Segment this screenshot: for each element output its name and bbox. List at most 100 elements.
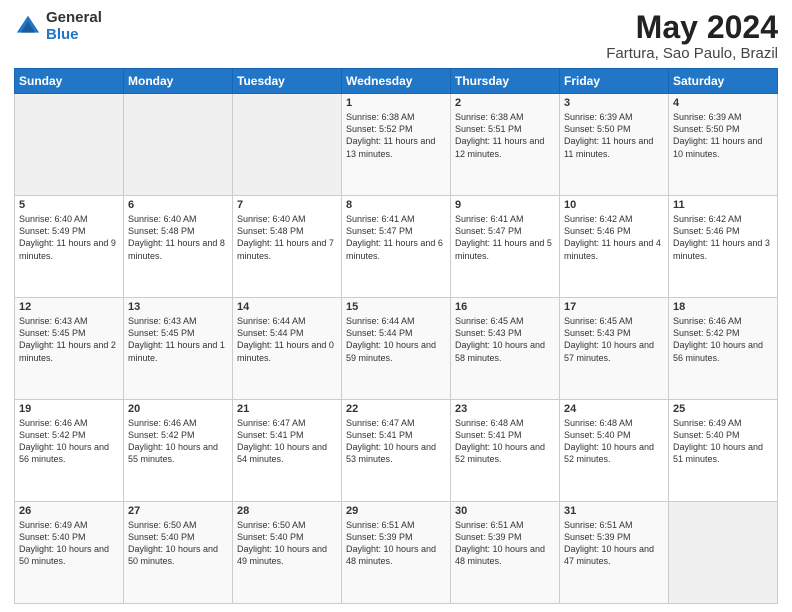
- calendar-cell: 8Sunrise: 6:41 AMSunset: 5:47 PMDaylight…: [342, 196, 451, 298]
- calendar-cell: 13Sunrise: 6:43 AMSunset: 5:45 PMDayligh…: [124, 298, 233, 400]
- calendar-cell: 31 Sunrise: 6:51 AMSunset: 5:39 PMDayligh…: [560, 502, 669, 604]
- calendar-cell: 28 Sunrise: 6:50 AMSunset: 5:40 PMDayligh…: [233, 502, 342, 604]
- header-row: SundayMondayTuesdayWednesdayThursdayFrid…: [15, 69, 778, 94]
- calendar-cell: 15 Sunrise: 6:44 AMSunset: 5:44 PMDayligh…: [342, 298, 451, 400]
- day-number: 11: [673, 199, 773, 211]
- logo-text: General Blue: [46, 10, 102, 43]
- calendar-header: SundayMondayTuesdayWednesdayThursdayFrid…: [15, 69, 778, 94]
- calendar-cell: 1 Sunrise: 6:38 AMSunset: 5:52 PMDaylight…: [342, 94, 451, 196]
- day-info: Sunrise: 6:51 AMSunset: 5:39 PMDaylight:…: [346, 519, 446, 568]
- calendar-cell: 3Sunrise: 6:39 AMSunset: 5:50 PMDaylight…: [560, 94, 669, 196]
- day-number: 12: [19, 301, 119, 313]
- calendar-cell: 27 Sunrise: 6:50 AMSunset: 5:40 PMDayligh…: [124, 502, 233, 604]
- calendar-cell: 20Sunrise: 6:46 AMSunset: 5:42 PMDayligh…: [124, 400, 233, 502]
- day-number: 22: [346, 403, 446, 415]
- day-number: 23: [455, 403, 555, 415]
- day-number: 1: [346, 97, 446, 109]
- day-info: Sunrise: 6:46 AMSunset: 5:42 PMDaylight:…: [673, 315, 773, 364]
- calendar-cell: 18 Sunrise: 6:46 AMSunset: 5:42 PMDayligh…: [669, 298, 778, 400]
- day-number: 17: [564, 301, 664, 313]
- calendar-cell: 29 Sunrise: 6:51 AMSunset: 5:39 PMDayligh…: [342, 502, 451, 604]
- day-info: Sunrise: 6:47 AMSunset: 5:41 PMDaylight:…: [237, 417, 337, 466]
- day-number: 7: [237, 199, 337, 211]
- day-info: Sunrise: 6:38 AMSunset: 5:52 PMDaylight:…: [346, 111, 446, 160]
- calendar-table: SundayMondayTuesdayWednesdayThursdayFrid…: [14, 68, 778, 604]
- calendar-cell: 4Sunrise: 6:39 AMSunset: 5:50 PMDaylight…: [669, 94, 778, 196]
- day-number: 26: [19, 505, 119, 517]
- calendar-cell: 26Sunrise: 6:49 AMSunset: 5:40 PMDayligh…: [15, 502, 124, 604]
- calendar-cell: 9Sunrise: 6:41 AMSunset: 5:47 PMDaylight…: [451, 196, 560, 298]
- day-number: 9: [455, 199, 555, 211]
- day-number: 28: [237, 505, 337, 517]
- day-number: 25: [673, 403, 773, 415]
- logo-icon: [14, 13, 42, 41]
- logo-blue: Blue: [46, 27, 102, 44]
- calendar-cell: 30Sunrise: 6:51 AMSunset: 5:39 PMDayligh…: [451, 502, 560, 604]
- day-number: 4: [673, 97, 773, 109]
- header: General Blue May 2024 Fartura, Sao Paulo…: [14, 10, 778, 62]
- calendar-cell: 2Sunrise: 6:38 AMSunset: 5:51 PMDaylight…: [451, 94, 560, 196]
- calendar-cell: [233, 94, 342, 196]
- day-info: Sunrise: 6:40 AMSunset: 5:49 PMDaylight:…: [19, 213, 119, 262]
- day-info: Sunrise: 6:42 AMSunset: 5:46 PMDaylight:…: [564, 213, 664, 262]
- day-info: Sunrise: 6:42 AMSunset: 5:46 PMDaylight:…: [673, 213, 773, 262]
- day-number: 24: [564, 403, 664, 415]
- week-row-5: 26Sunrise: 6:49 AMSunset: 5:40 PMDayligh…: [15, 502, 778, 604]
- day-number: 16: [455, 301, 555, 313]
- day-of-week-wednesday: Wednesday: [342, 69, 451, 94]
- day-info: Sunrise: 6:41 AMSunset: 5:47 PMDaylight:…: [346, 213, 446, 262]
- day-info: Sunrise: 6:40 AMSunset: 5:48 PMDaylight:…: [237, 213, 337, 262]
- week-row-2: 5 Sunrise: 6:40 AMSunset: 5:49 PMDaylight…: [15, 196, 778, 298]
- calendar-cell: 23 Sunrise: 6:48 AMSunset: 5:41 PMDayligh…: [451, 400, 560, 502]
- day-of-week-tuesday: Tuesday: [233, 69, 342, 94]
- logo: General Blue: [14, 10, 102, 43]
- day-number: 18: [673, 301, 773, 313]
- day-info: Sunrise: 6:51 AMSunset: 5:39 PMDaylight:…: [455, 519, 555, 568]
- day-info: Sunrise: 6:50 AMSunset: 5:40 PMDaylight:…: [128, 519, 228, 568]
- day-info: Sunrise: 6:45 AMSunset: 5:43 PMDaylight:…: [564, 315, 664, 364]
- calendar-cell: [669, 502, 778, 604]
- calendar-cell: 10Sunrise: 6:42 AMSunset: 5:46 PMDayligh…: [560, 196, 669, 298]
- calendar-cell: 14 Sunrise: 6:44 AMSunset: 5:44 PMDayligh…: [233, 298, 342, 400]
- calendar-cell: [15, 94, 124, 196]
- day-info: Sunrise: 6:40 AMSunset: 5:48 PMDaylight:…: [128, 213, 228, 262]
- page: General Blue May 2024 Fartura, Sao Paulo…: [0, 0, 792, 612]
- day-of-week-friday: Friday: [560, 69, 669, 94]
- calendar-body: 1 Sunrise: 6:38 AMSunset: 5:52 PMDaylight…: [15, 94, 778, 604]
- day-number: 19: [19, 403, 119, 415]
- calendar-cell: 17 Sunrise: 6:45 AMSunset: 5:43 PMDayligh…: [560, 298, 669, 400]
- day-of-week-thursday: Thursday: [451, 69, 560, 94]
- day-info: Sunrise: 6:50 AMSunset: 5:40 PMDaylight:…: [237, 519, 337, 568]
- calendar-cell: 5 Sunrise: 6:40 AMSunset: 5:49 PMDaylight…: [15, 196, 124, 298]
- day-number: 20: [128, 403, 228, 415]
- location: Fartura, Sao Paulo, Brazil: [606, 45, 778, 62]
- calendar-cell: 25 Sunrise: 6:49 AMSunset: 5:40 PMDayligh…: [669, 400, 778, 502]
- day-info: Sunrise: 6:39 AMSunset: 5:50 PMDaylight:…: [564, 111, 664, 160]
- day-of-week-monday: Monday: [124, 69, 233, 94]
- day-number: 5: [19, 199, 119, 211]
- day-info: Sunrise: 6:44 AMSunset: 5:44 PMDaylight:…: [346, 315, 446, 364]
- calendar-cell: 24Sunrise: 6:48 AMSunset: 5:40 PMDayligh…: [560, 400, 669, 502]
- day-info: Sunrise: 6:51 AMSunset: 5:39 PMDaylight:…: [564, 519, 664, 568]
- day-number: 14: [237, 301, 337, 313]
- day-info: Sunrise: 6:44 AMSunset: 5:44 PMDaylight:…: [237, 315, 337, 364]
- day-number: 27: [128, 505, 228, 517]
- calendar-cell: 19Sunrise: 6:46 AMSunset: 5:42 PMDayligh…: [15, 400, 124, 502]
- day-info: Sunrise: 6:49 AMSunset: 5:40 PMDaylight:…: [673, 417, 773, 466]
- day-number: 13: [128, 301, 228, 313]
- day-number: 6: [128, 199, 228, 211]
- day-info: Sunrise: 6:48 AMSunset: 5:41 PMDaylight:…: [455, 417, 555, 466]
- day-number: 29: [346, 505, 446, 517]
- calendar-cell: 21 Sunrise: 6:47 AMSunset: 5:41 PMDayligh…: [233, 400, 342, 502]
- calendar-cell: 16Sunrise: 6:45 AMSunset: 5:43 PMDayligh…: [451, 298, 560, 400]
- calendar-cell: 11 Sunrise: 6:42 AMSunset: 5:46 PMDayligh…: [669, 196, 778, 298]
- title-area: May 2024 Fartura, Sao Paulo, Brazil: [606, 10, 778, 62]
- day-number: 2: [455, 97, 555, 109]
- day-number: 21: [237, 403, 337, 415]
- day-number: 15: [346, 301, 446, 313]
- week-row-1: 1 Sunrise: 6:38 AMSunset: 5:52 PMDaylight…: [15, 94, 778, 196]
- day-number: 31: [564, 505, 664, 517]
- day-info: Sunrise: 6:47 AMSunset: 5:41 PMDaylight:…: [346, 417, 446, 466]
- month-title: May 2024: [606, 10, 778, 45]
- week-row-4: 19Sunrise: 6:46 AMSunset: 5:42 PMDayligh…: [15, 400, 778, 502]
